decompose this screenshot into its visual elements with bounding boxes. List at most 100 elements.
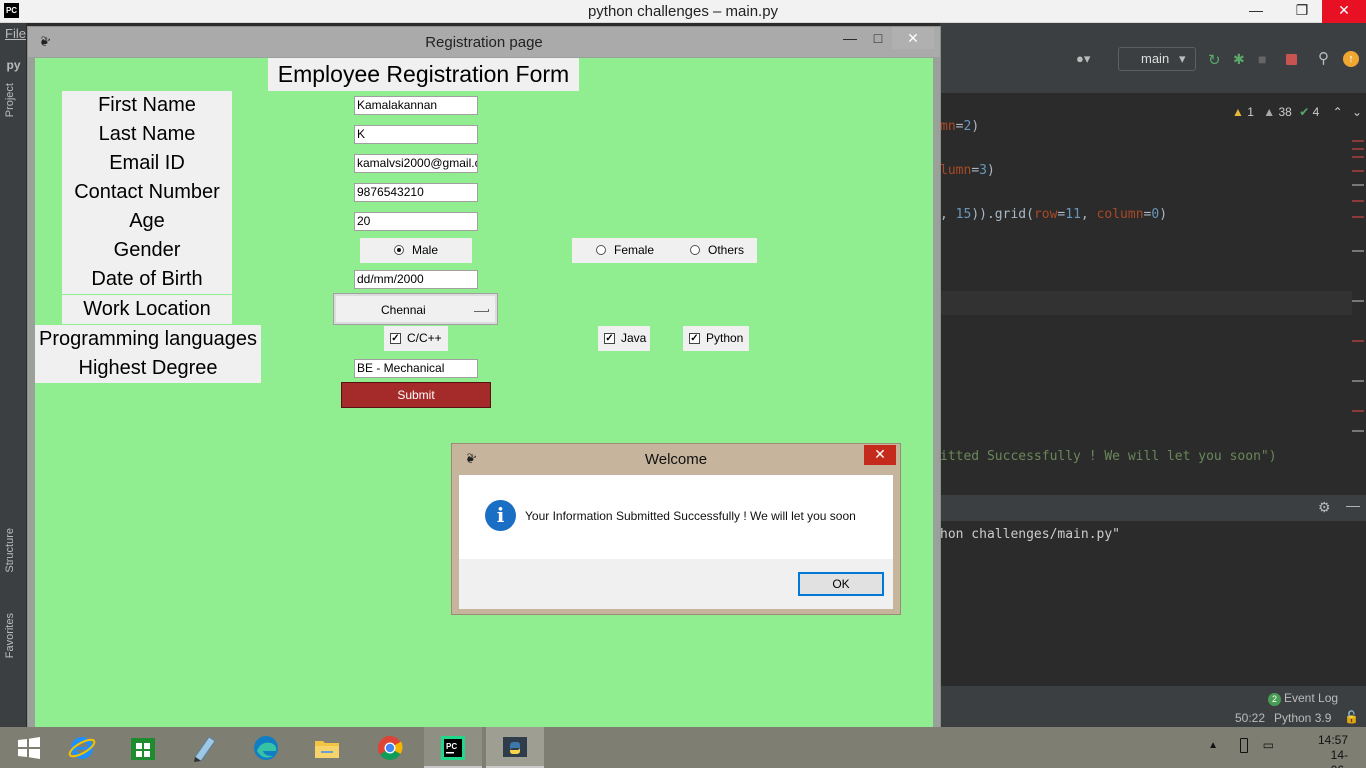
lang-c-checkbox[interactable]: ✓ C/C++	[384, 326, 448, 351]
ide-restore-button[interactable]: ❐	[1280, 0, 1324, 23]
profile-icon[interactable]: ■	[1258, 51, 1274, 67]
gender-female-label: Female	[614, 243, 655, 257]
event-count-badge: 2	[1268, 693, 1281, 706]
stop-icon[interactable]	[1286, 54, 1297, 65]
windows-taskbar: PC ▲ ▭ 14:57 14-06-2021	[0, 727, 1366, 768]
lang-c-label: C/C++	[407, 331, 442, 345]
gender-others-radio[interactable]: Others	[672, 238, 757, 263]
ide-window-title: python challenges – main.py	[587, 3, 779, 20]
project-short-label: py	[6, 58, 21, 72]
taskbar-internet-explorer[interactable]	[53, 727, 111, 768]
code-line: lumn=3)	[940, 163, 995, 178]
branch-selector[interactable]: main ▾	[1118, 47, 1196, 71]
ok-button[interactable]: OK	[798, 572, 884, 596]
dob-field[interactable]: dd/mm/2000	[354, 270, 478, 289]
checkmark-icon: ✓	[604, 333, 615, 344]
ide-titlebar: PC python challenges – main.py — ❐ ✕	[0, 0, 1366, 23]
gender-female-radio[interactable]: Female	[572, 238, 672, 263]
age-label: Age	[62, 207, 232, 236]
contact-number-label: Contact Number	[62, 178, 232, 207]
taskbar-microsoft-store[interactable]	[114, 727, 172, 768]
editor-error-stripe[interactable]	[1352, 140, 1364, 460]
internet-explorer-icon	[68, 737, 96, 759]
checkmark-icon: ✓	[390, 333, 401, 344]
update-icon[interactable]: ↑	[1343, 51, 1359, 67]
start-button[interactable]	[0, 727, 58, 768]
email-field[interactable]: kamalvsi2000@gmail.com	[354, 154, 478, 173]
ide-close-button[interactable]: ✕	[1322, 0, 1366, 23]
search-icon[interactable]: ⚲	[1318, 49, 1334, 67]
cursor-position[interactable]: 50:22	[1235, 711, 1265, 725]
lang-python-checkbox[interactable]: ✓ Python	[683, 326, 749, 351]
registration-window-title: Registration page	[425, 34, 543, 51]
minimize-panel-icon[interactable]: —	[1346, 497, 1360, 513]
registration-window: ❦ Registration page — □ ✕ Employee Regis…	[27, 26, 941, 731]
tool-tab-structure[interactable]: Structure	[4, 528, 16, 573]
gear-icon[interactable]: ⚙	[1318, 499, 1331, 516]
last-name-field[interactable]: K	[354, 125, 478, 144]
folder-icon	[315, 741, 339, 758]
email-label: Email ID	[62, 149, 232, 178]
chevron-up-icon[interactable]: ⌃	[1333, 105, 1343, 119]
ide-toolbar: ●▾ main ▾ ↻ ✱ ■ ⚲ ↑	[940, 23, 1366, 93]
taskbar-file-explorer[interactable]	[298, 727, 356, 768]
gender-label: Gender	[62, 236, 232, 265]
work-location-label: Work Location	[62, 295, 232, 324]
lang-java-label: Java	[621, 331, 647, 345]
option-menu-indicator-icon	[474, 309, 489, 312]
first-name-label: First Name	[62, 91, 232, 120]
contact-number-field[interactable]: 9876543210	[354, 183, 478, 202]
warning-icon: ▲	[1232, 105, 1244, 119]
gender-male-radio[interactable]: Male	[360, 238, 472, 263]
checkmark-icon: ✓	[689, 333, 700, 344]
first-name-field[interactable]: Kamalakannan	[354, 96, 478, 115]
rerun-icon[interactable]: ↻	[1208, 51, 1224, 69]
dialog-close-button[interactable]: ✕	[864, 445, 896, 465]
programming-languages-label: Programming languages	[35, 325, 261, 354]
taskbar-notepad[interactable]	[175, 727, 233, 768]
gender-male-label: Male	[412, 243, 439, 257]
store-icon	[131, 738, 155, 760]
event-log-button[interactable]: 2 Event Log	[1268, 691, 1338, 706]
dialog-title: Welcome	[644, 451, 708, 468]
highest-degree-field[interactable]: BE - Mechanical	[354, 359, 478, 378]
clock-time: 14:57	[1317, 733, 1348, 747]
check-icon: ✔	[1299, 105, 1310, 119]
close-button[interactable]: ✕	[892, 27, 934, 49]
ide-minimize-button[interactable]: —	[1234, 0, 1278, 23]
inspection-widget[interactable]: ▲ 1 ▲ 38 ✔ 4 ⌃ ⌄	[1232, 105, 1362, 119]
radio-indicator	[690, 245, 700, 255]
taskbar-clock[interactable]: 14:57 14-06-2021	[1318, 733, 1348, 768]
pycharm-icon: PC	[441, 736, 465, 760]
taskbar-python-tk[interactable]	[486, 727, 544, 768]
menu-file[interactable]: File	[5, 26, 26, 41]
code-line: mn=2)	[940, 119, 980, 134]
debug-icon[interactable]: ✱	[1233, 51, 1249, 67]
submit-button[interactable]: Submit	[341, 382, 491, 408]
radio-indicator	[394, 245, 404, 255]
taskbar-edge[interactable]	[237, 727, 295, 768]
taskbar-chrome[interactable]	[361, 727, 419, 768]
event-log-label: Event Log	[1284, 691, 1339, 705]
chevron-down-icon[interactable]: ⌄	[1352, 105, 1362, 119]
tool-tab-favorites[interactable]: Favorites	[4, 613, 16, 658]
dialog-titlebar: ❦ Welcome ✕	[452, 444, 900, 475]
taskbar-pycharm[interactable]: PC	[424, 727, 482, 768]
lock-icon[interactable]: 🔓	[1344, 710, 1359, 724]
work-location-dropdown[interactable]: Chennai	[333, 293, 498, 325]
python-interpreter[interactable]: Python 3.9	[1274, 711, 1331, 725]
chevron-up-icon[interactable]: ▲	[1208, 740, 1218, 751]
lang-java-checkbox[interactable]: ✓ Java	[598, 326, 650, 351]
weak-warning-icon: ▲	[1263, 105, 1276, 119]
ide-left-toolbar: File py Project Structure Favorites	[0, 23, 27, 731]
age-field[interactable]: 20	[354, 212, 478, 231]
battery-icon[interactable]	[1240, 738, 1248, 753]
lang-python-label: Python	[706, 331, 744, 345]
run-console-output: hon challenges/main.py"	[940, 527, 1121, 542]
ide-status-bar: 2 Event Log 50:22 Python 3.9 🔓	[940, 686, 1366, 731]
tool-tab-project[interactable]: Project	[4, 83, 16, 117]
form-title: Employee Registration Form	[268, 58, 579, 91]
user-icon[interactable]: ●▾	[1076, 51, 1090, 67]
network-icon[interactable]: ▭	[1263, 738, 1274, 752]
error-count: 1	[1247, 105, 1254, 119]
